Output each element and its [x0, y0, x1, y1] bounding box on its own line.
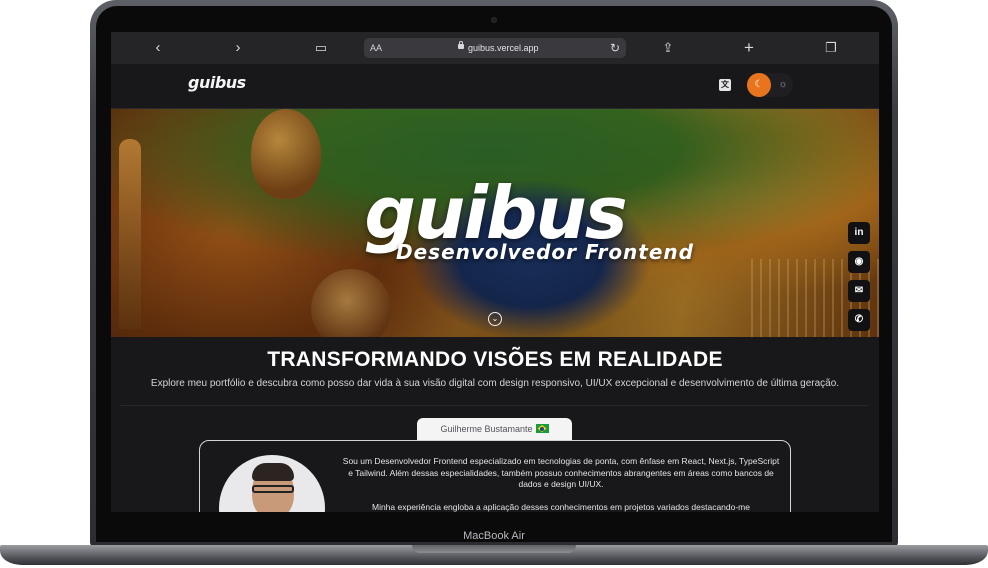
browser-toolbar: ‹ › ▭ AA guibus.vercel.app ↻ ⇪ + ❐: [111, 32, 879, 64]
reload-icon[interactable]: ↻: [610, 38, 620, 58]
bio-paragraph: Minha experiência engloba a aplicação de…: [371, 501, 750, 512]
github-icon[interactable]: ◉: [848, 251, 870, 273]
device-model-label: MacBook Air: [96, 526, 892, 542]
address-bar[interactable]: AA guibus.vercel.app ↻: [364, 38, 626, 58]
site-logo[interactable]: guibus: [188, 73, 246, 92]
laptop-frame: ‹ › ▭ AA guibus.vercel.app ↻ ⇪ + ❐ guibu…: [0, 0, 988, 568]
profile-bio: Sou um Desenvolvedor Frontend especializ…: [341, 456, 781, 512]
screen: ‹ › ▭ AA guibus.vercel.app ↻ ⇪ + ❐ guibu…: [111, 32, 879, 512]
moon-icon[interactable]: ☾: [747, 73, 771, 97]
linkedin-icon[interactable]: in: [848, 222, 870, 244]
theme-toggle[interactable]: ☾ ☼: [747, 73, 793, 97]
hero-subtitle: Desenvolvedor Frontend: [396, 240, 694, 264]
bio-paragraph: Sou um Desenvolvedor Frontend especializ…: [342, 456, 780, 489]
laptop-notch: [412, 545, 576, 553]
sun-icon[interactable]: ☼: [774, 73, 792, 97]
forward-icon[interactable]: ›: [228, 38, 248, 58]
site-header: guibus 文A ☾ ☼: [111, 64, 879, 109]
avatar-hair: [252, 463, 294, 481]
camera-icon: [491, 17, 497, 23]
hero-banner: guibus Desenvolvedor Frontend ⌄ in ◉ ✉ ✆: [111, 109, 879, 337]
lock-icon: [458, 41, 464, 49]
profile-name: Guilherme Bustamante: [440, 424, 533, 434]
bookmarks-icon[interactable]: ▭: [311, 38, 331, 58]
avatar-glasses: [252, 485, 294, 493]
translate-icon[interactable]: 文A: [719, 79, 731, 101]
url-text[interactable]: guibus.vercel.app: [468, 38, 539, 58]
chevron-down-icon[interactable]: ⌄: [488, 312, 502, 326]
share-icon[interactable]: ⇪: [658, 38, 678, 58]
back-icon[interactable]: ‹: [148, 38, 168, 58]
reader-settings-button[interactable]: AA: [370, 38, 382, 58]
tabs-overview-icon[interactable]: ❐: [821, 38, 841, 58]
contact-icon[interactable]: ✉: [848, 280, 870, 302]
page-subline: Explore meu portfólio e descubra como po…: [150, 378, 840, 389]
profile-name-tab: Guilherme Bustamante: [417, 418, 572, 440]
page-headline: TRANSFORMANDO VISÕES EM REALIDADE: [267, 348, 723, 371]
section-divider: [121, 405, 869, 406]
whatsapp-icon[interactable]: ✆: [848, 309, 870, 331]
new-tab-icon[interactable]: +: [739, 38, 759, 58]
hero-logo: guibus: [364, 171, 627, 255]
brazil-flag-icon: [535, 424, 549, 433]
